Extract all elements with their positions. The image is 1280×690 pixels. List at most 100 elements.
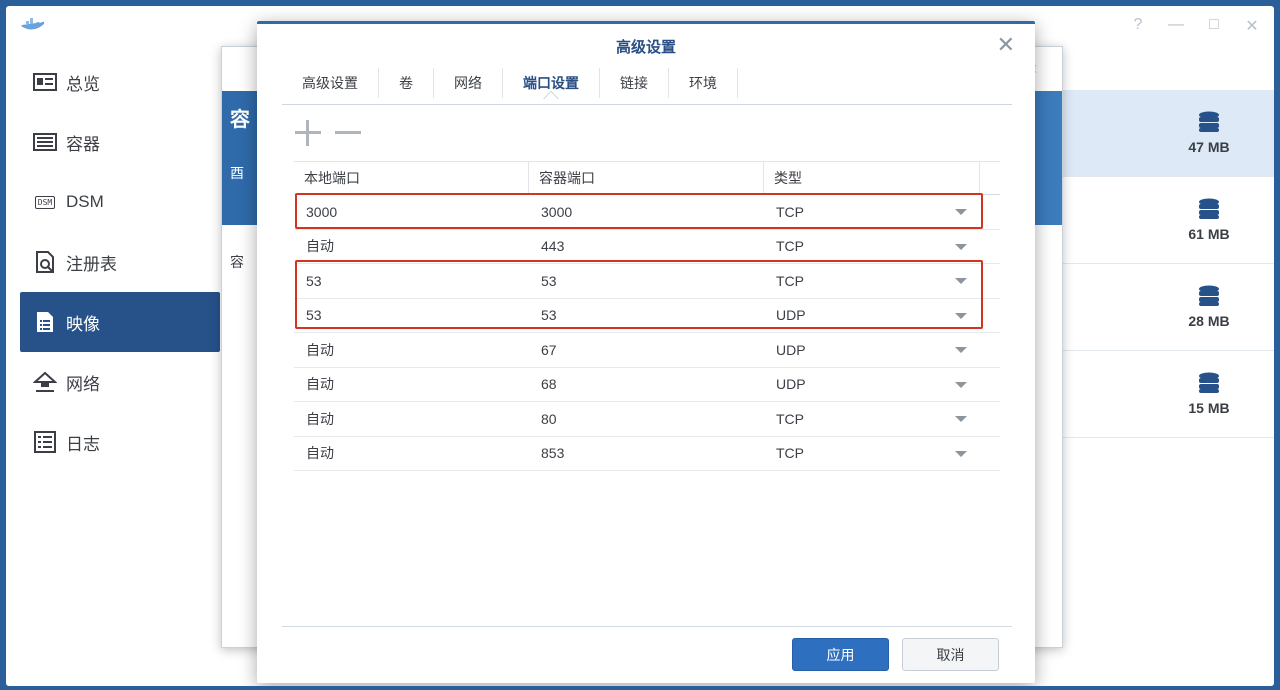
help-icon[interactable]: ? — [1130, 16, 1146, 36]
background-dialog-text: 容 — [230, 254, 244, 270]
dialog-title: 高级设置 — [615, 39, 676, 56]
type-cell[interactable]: TCP — [764, 445, 980, 461]
table-row[interactable]: 自动 67 UDP — [294, 333, 1000, 368]
tab-volume[interactable]: 卷 — [379, 68, 434, 98]
list-item[interactable]: 61 MB — [1034, 177, 1274, 264]
type-cell[interactable]: TCP — [764, 204, 980, 220]
database-icon — [1199, 198, 1219, 219]
database-icon — [1199, 285, 1219, 306]
sidebar-item-image[interactable]: 映像 — [20, 292, 220, 352]
tab-advanced[interactable]: 高级设置 — [282, 68, 379, 98]
footer-divider — [282, 626, 1012, 627]
chevron-down-icon[interactable] — [955, 381, 967, 388]
container-port-cell[interactable]: 68 — [529, 376, 764, 392]
sidebar-item-overview[interactable]: 总览 — [20, 52, 220, 112]
local-port-cell[interactable]: 自动 — [294, 374, 529, 394]
sidebar-item-label: 日志 — [66, 434, 100, 454]
close-icon[interactable]: ✕ — [1244, 16, 1260, 36]
database-icon — [1199, 372, 1219, 393]
column-header-type[interactable]: 类型 — [764, 162, 980, 194]
table-row[interactable]: 53 53 TCP — [294, 264, 1000, 299]
registry-icon — [32, 251, 58, 273]
docker-window: ? — □ ✕ 总览 容器 DSM DSM 注册表 映像 网络 日志 47 MB… — [6, 6, 1274, 686]
maximize-icon[interactable]: □ — [1206, 16, 1222, 36]
dsm-icon: DSM — [32, 191, 58, 213]
container-icon — [32, 131, 58, 153]
chevron-down-icon[interactable] — [955, 416, 967, 422]
table-row[interactable]: 3000 3000 TCP — [294, 195, 1000, 230]
type-cell[interactable]: TCP — [764, 273, 980, 289]
local-port-cell[interactable]: 53 — [294, 273, 529, 289]
table-row[interactable]: 自动 68 UDP — [294, 368, 1000, 402]
chevron-down-icon[interactable] — [955, 243, 967, 250]
sidebar-item-container[interactable]: 容器 — [20, 112, 220, 172]
list-item[interactable]: 28 MB — [1034, 264, 1274, 351]
cancel-button[interactable]: 取消 — [902, 638, 999, 671]
minimize-icon[interactable]: — — [1168, 16, 1184, 36]
image-icon — [32, 311, 58, 333]
local-port-cell[interactable]: 自动 — [294, 340, 529, 360]
sidebar-item-registry[interactable]: 注册表 — [20, 232, 220, 292]
local-port-cell[interactable]: 自动 — [294, 409, 529, 429]
chevron-down-icon[interactable] — [955, 209, 967, 215]
column-header-container-port[interactable]: 容器端口 — [529, 162, 764, 194]
type-cell[interactable]: TCP — [764, 238, 980, 254]
container-port-cell[interactable]: 3000 — [529, 204, 764, 220]
table-header: 本地端口 容器端口 类型 — [294, 161, 1000, 195]
type-cell[interactable]: UDP — [764, 307, 980, 323]
sidebar-item-label: 容器 — [66, 134, 100, 154]
chevron-down-icon[interactable] — [955, 278, 967, 284]
add-icon[interactable] — [295, 120, 321, 146]
table-row[interactable]: 53 53 UDP — [294, 299, 1000, 333]
sidebar-item-network[interactable]: 网络 — [20, 352, 220, 412]
tab-divider — [282, 104, 1012, 105]
tab-network[interactable]: 网络 — [434, 68, 503, 98]
chevron-down-icon[interactable] — [955, 450, 967, 457]
database-icon — [1199, 111, 1219, 132]
close-icon[interactable]: ✕ — [997, 32, 1015, 58]
local-port-cell[interactable]: 3000 — [294, 204, 529, 220]
remove-icon[interactable] — [335, 120, 361, 146]
table-row[interactable]: 自动 853 TCP — [294, 437, 1000, 471]
container-port-cell[interactable]: 80 — [529, 411, 764, 427]
chevron-down-icon[interactable] — [955, 347, 967, 353]
chevron-down-icon[interactable] — [955, 312, 967, 319]
sidebar-item-label: 总览 — [66, 74, 100, 94]
type-cell[interactable]: UDP — [764, 376, 980, 392]
sidebar-item-label: DSM — [66, 192, 104, 211]
background-dialog-text: 酉 — [230, 165, 244, 181]
local-port-cell[interactable]: 自动 — [294, 443, 529, 463]
list-item[interactable]: 47 MB — [1034, 90, 1274, 177]
sidebar-item-label: 网络 — [66, 374, 100, 394]
container-port-cell[interactable]: 67 — [529, 342, 764, 358]
type-cell[interactable]: TCP — [764, 411, 980, 427]
table-row[interactable]: 自动 443 TCP — [294, 230, 1000, 264]
apply-button[interactable]: 应用 — [792, 638, 889, 671]
sidebar-item-dsm[interactable]: DSM DSM — [20, 172, 220, 232]
tab-port-settings[interactable]: 端口设置 — [503, 68, 600, 98]
container-port-cell[interactable]: 853 — [529, 445, 764, 461]
image-size: 47 MB — [1188, 139, 1230, 155]
network-icon — [32, 371, 58, 393]
tab-environment[interactable]: 环境 — [669, 68, 738, 98]
advanced-settings-dialog: 高级设置 ✕ 高级设置 卷 网络 端口设置 链接 环境 本地端口 容器端口 类型… — [257, 21, 1035, 683]
image-size: 28 MB — [1188, 313, 1230, 329]
table-row[interactable]: 自动 80 TCP — [294, 402, 1000, 437]
type-cell[interactable]: UDP — [764, 342, 980, 358]
background-dialog-text: 容 — [230, 109, 250, 131]
column-header-local-port[interactable]: 本地端口 — [294, 162, 529, 194]
sidebar-item-log[interactable]: 日志 — [20, 412, 220, 472]
table-toolbar — [295, 120, 361, 146]
local-port-cell[interactable]: 53 — [294, 307, 529, 323]
window-controls: ? — □ ✕ — [1130, 16, 1260, 36]
port-table: 本地端口 容器端口 类型 3000 3000 TCP 自动 443 TCP 53… — [294, 161, 1000, 471]
container-port-cell[interactable]: 443 — [529, 238, 764, 254]
image-list: 47 MB 61 MB 28 MB 15 MB — [1034, 90, 1274, 438]
local-port-cell[interactable]: 自动 — [294, 236, 529, 256]
list-item[interactable]: 15 MB — [1034, 351, 1274, 438]
tab-bar: 高级设置 卷 网络 端口设置 链接 环境 — [282, 66, 738, 100]
container-port-cell[interactable]: 53 — [529, 273, 764, 289]
docker-whale-icon — [20, 18, 46, 39]
container-port-cell[interactable]: 53 — [529, 307, 764, 323]
tab-links[interactable]: 链接 — [600, 68, 669, 98]
